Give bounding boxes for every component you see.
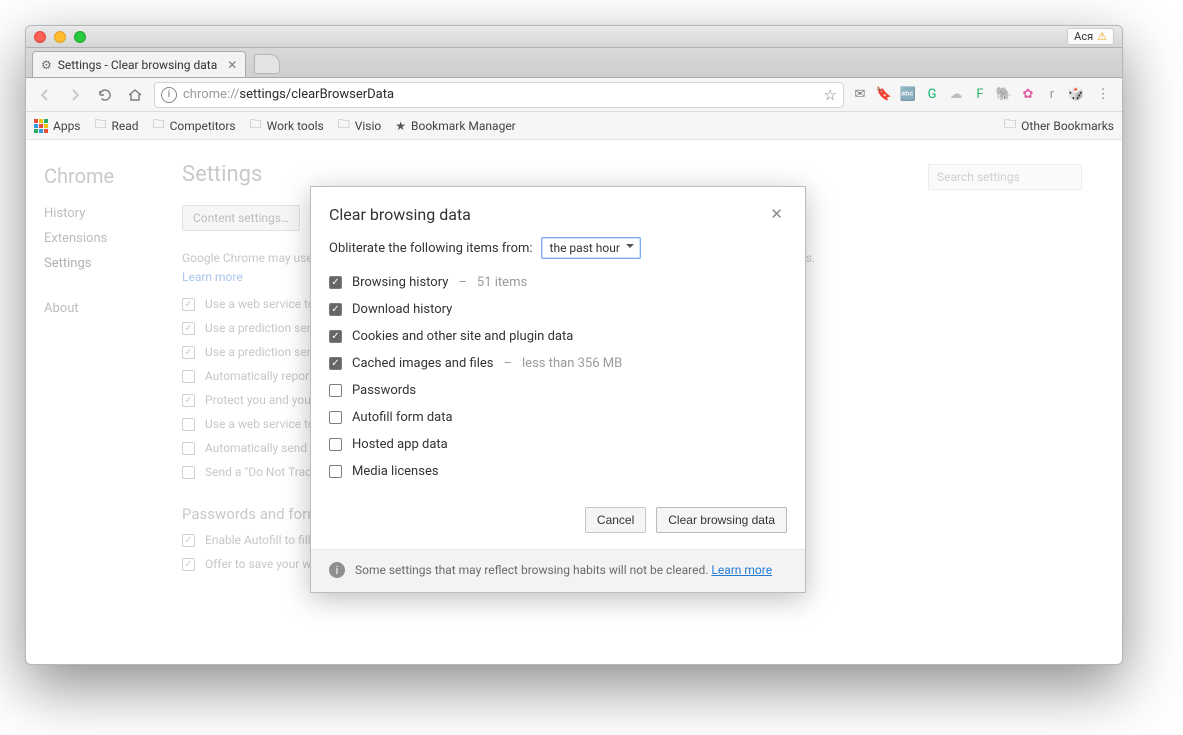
content-area: Chrome HistoryExtensionsSettingsAbout Se… bbox=[26, 140, 1122, 664]
clear-data-item[interactable]: Cookies and other site and plugin data bbox=[329, 323, 787, 350]
clear-data-item[interactable]: Media licenses bbox=[329, 458, 787, 485]
clear-data-item[interactable]: Autofill form data bbox=[329, 404, 787, 431]
bookmark-label: Visio bbox=[355, 119, 382, 133]
item-label: Cookies and other site and plugin data bbox=[352, 329, 573, 344]
extension-icon[interactable]: G bbox=[924, 87, 940, 103]
minimize-window-button[interactable] bbox=[54, 31, 66, 43]
back-button[interactable] bbox=[34, 84, 56, 106]
close-tab-icon[interactable]: ✕ bbox=[227, 58, 237, 72]
site-info-icon[interactable]: i bbox=[161, 87, 177, 103]
reload-button[interactable] bbox=[94, 84, 116, 106]
tab-strip: ⚙ Settings - Clear browsing data ✕ bbox=[26, 48, 1122, 78]
extension-icon[interactable]: 🔤 bbox=[900, 87, 916, 103]
checkbox-icon[interactable] bbox=[329, 357, 342, 370]
other-bookmarks[interactable]: 🗀 Other Bookmarks bbox=[1004, 115, 1114, 136]
clear-data-item[interactable]: Passwords bbox=[329, 377, 787, 404]
extension-icon[interactable]: 🎲 bbox=[1068, 87, 1084, 103]
checkbox-icon[interactable] bbox=[329, 411, 342, 424]
bookmark-folder[interactable]: 🗀 Competitors bbox=[153, 115, 236, 136]
bookmark-label: Other Bookmarks bbox=[1021, 119, 1114, 133]
item-label: Browsing history bbox=[352, 275, 448, 290]
extension-icon[interactable]: 🔖 bbox=[876, 87, 892, 103]
bookmark-label: Competitors bbox=[170, 119, 236, 133]
extension-icon[interactable]: r bbox=[1044, 87, 1060, 103]
star-icon: ★ bbox=[395, 119, 406, 133]
apps-label: Apps bbox=[53, 119, 81, 133]
bookmark-star-icon[interactable]: ☆ bbox=[824, 86, 837, 104]
clear-data-item[interactable]: Hosted app data bbox=[329, 431, 787, 458]
folder-icon: 🗀 bbox=[153, 115, 165, 136]
url-text: chrome://settings/clearBrowserData bbox=[183, 87, 818, 102]
profile-badge[interactable]: Ася ⚠ bbox=[1067, 28, 1114, 45]
clear-data-item[interactable]: Browsing history – 51 items bbox=[329, 269, 787, 296]
bookmark-manager-link[interactable]: ★ Bookmark Manager bbox=[395, 119, 516, 133]
forward-button[interactable] bbox=[64, 84, 86, 106]
apps-icon bbox=[34, 119, 48, 133]
checkbox-icon[interactable] bbox=[329, 465, 342, 478]
extension-icon[interactable]: ✿ bbox=[1020, 87, 1036, 103]
learn-more-link[interactable]: Learn more bbox=[711, 563, 772, 577]
bookmark-label: Work tools bbox=[267, 119, 324, 133]
item-label: Passwords bbox=[352, 383, 416, 398]
checkbox-icon[interactable] bbox=[329, 276, 342, 289]
cancel-button[interactable]: Cancel bbox=[585, 507, 646, 533]
new-tab-button[interactable] bbox=[254, 54, 280, 74]
extension-icon[interactable]: 🐘 bbox=[996, 87, 1012, 103]
bookmark-label: Read bbox=[112, 119, 139, 133]
zoom-window-button[interactable] bbox=[74, 31, 86, 43]
close-window-button[interactable] bbox=[34, 31, 46, 43]
window-controls bbox=[34, 31, 86, 43]
clear-browsing-data-dialog: Clear browsing data ✕ Obliterate the fol… bbox=[310, 186, 806, 593]
bookmark-folder[interactable]: 🗀 Read bbox=[95, 115, 139, 136]
item-detail: 51 items bbox=[477, 275, 527, 290]
checkbox-icon[interactable] bbox=[329, 303, 342, 316]
clear-data-item[interactable]: Cached images and files – less than 356 … bbox=[329, 350, 787, 377]
bookmark-label: Bookmark Manager bbox=[411, 119, 516, 133]
item-label: Media licenses bbox=[352, 464, 439, 479]
extension-icons: ✉ 🔖 🔤 G ☁ F 🐘 ✿ r 🎲 bbox=[852, 87, 1084, 103]
titlebar: Ася ⚠ bbox=[26, 26, 1122, 48]
time-range-select[interactable]: the past hour bbox=[541, 237, 641, 259]
item-label: Download history bbox=[352, 302, 452, 317]
info-icon: i bbox=[329, 562, 345, 578]
dialog-title: Clear browsing data bbox=[329, 205, 471, 224]
menu-button[interactable]: ⋮ bbox=[1092, 84, 1114, 106]
clear-data-item[interactable]: Download history bbox=[329, 296, 787, 323]
clear-data-button[interactable]: Clear browsing data bbox=[656, 507, 787, 533]
apps-shortcut[interactable]: Apps bbox=[34, 119, 81, 133]
profile-name: Ася bbox=[1074, 30, 1093, 43]
tab-settings[interactable]: ⚙ Settings - Clear browsing data ✕ bbox=[32, 51, 246, 77]
close-dialog-button[interactable]: ✕ bbox=[766, 203, 787, 225]
extension-icon[interactable]: F bbox=[972, 87, 988, 103]
extension-icon[interactable]: ✉ bbox=[852, 87, 868, 103]
gear-icon: ⚙ bbox=[41, 58, 52, 72]
checkbox-icon[interactable] bbox=[329, 438, 342, 451]
omnibox[interactable]: i chrome://settings/clearBrowserData ☆ bbox=[154, 82, 844, 108]
modal-scrim: Clear browsing data ✕ Obliterate the fol… bbox=[26, 140, 1122, 664]
folder-icon: 🗀 bbox=[95, 115, 107, 136]
item-label: Hosted app data bbox=[352, 437, 448, 452]
checkbox-icon[interactable] bbox=[329, 330, 342, 343]
folder-icon: 🗀 bbox=[1004, 115, 1016, 136]
folder-icon: 🗀 bbox=[338, 115, 350, 136]
item-detail: less than 356 MB bbox=[522, 356, 622, 371]
bookmark-folder[interactable]: 🗀 Work tools bbox=[250, 115, 324, 136]
tab-title: Settings - Clear browsing data bbox=[58, 58, 218, 72]
folder-icon: 🗀 bbox=[250, 115, 262, 136]
time-range-label: Obliterate the following items from: bbox=[329, 241, 533, 256]
bookmark-folder[interactable]: 🗀 Visio bbox=[338, 115, 382, 136]
item-label: Cached images and files bbox=[352, 356, 493, 371]
home-button[interactable] bbox=[124, 84, 146, 106]
extension-icon[interactable]: ☁ bbox=[948, 87, 964, 103]
browser-window: Ася ⚠ ⚙ Settings - Clear browsing data ✕… bbox=[25, 25, 1123, 665]
warning-icon: ⚠ bbox=[1097, 30, 1107, 43]
item-label: Autofill form data bbox=[352, 410, 453, 425]
checkbox-icon[interactable] bbox=[329, 384, 342, 397]
bookmarks-bar: Apps 🗀Read🗀Competitors🗀Work tools🗀Visio … bbox=[26, 112, 1122, 140]
dialog-info-footer: i Some settings that may reflect browsin… bbox=[311, 550, 805, 592]
toolbar: i chrome://settings/clearBrowserData ☆ ✉… bbox=[26, 78, 1122, 112]
